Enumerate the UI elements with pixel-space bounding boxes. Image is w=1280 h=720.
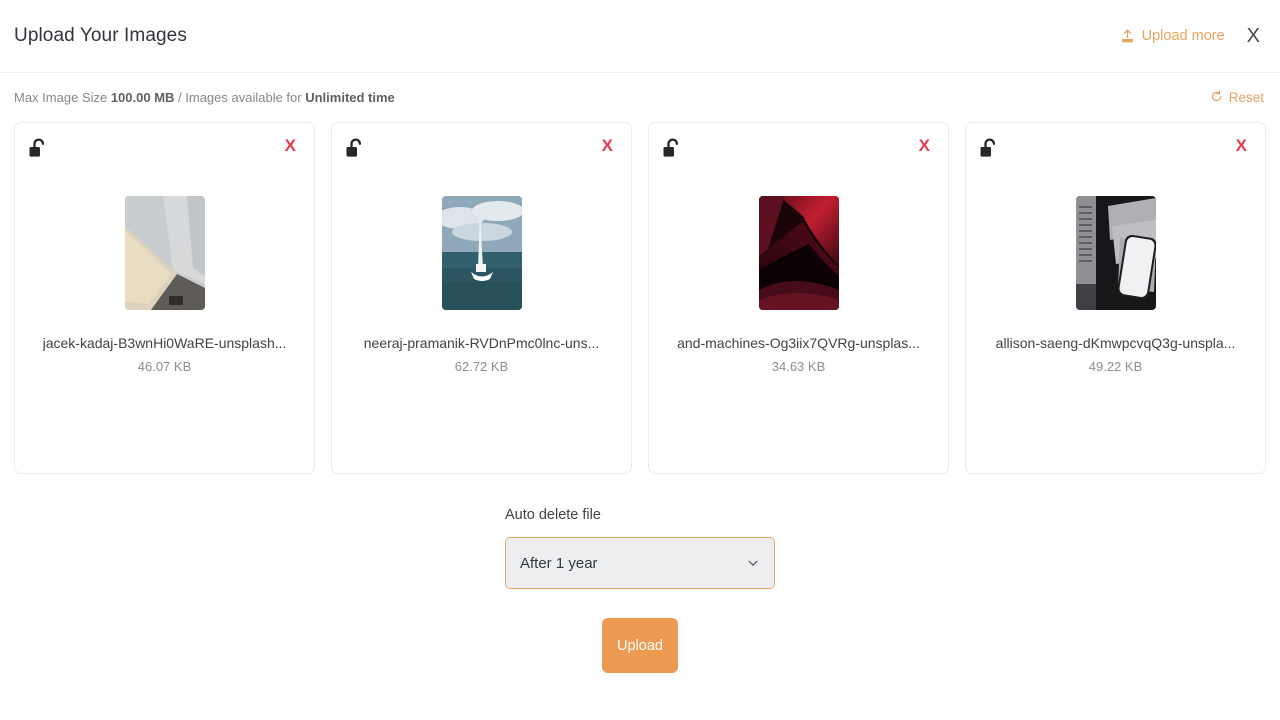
image-card[interactable]: X jacek-kadaj-B3wnHi0WaRE-unsplash... 46…: [14, 122, 315, 474]
file-size: 34.63 KB: [771, 359, 826, 374]
upload-button[interactable]: Upload: [602, 618, 678, 673]
image-card[interactable]: X: [965, 122, 1266, 474]
file-size: 46.07 KB: [137, 359, 192, 374]
upload-icon: [1120, 29, 1135, 44]
size-info-text: Max Image Size 100.00 MB / Images availa…: [14, 90, 395, 105]
upload-more-button[interactable]: Upload more: [1120, 28, 1225, 44]
image-thumbnail: [124, 196, 205, 310]
remove-image-button[interactable]: X: [915, 135, 934, 156]
file-name: and-machines-Og3iix7QVRg-unsplas...: [677, 335, 920, 351]
image-thumbnail: [1075, 196, 1156, 310]
image-card[interactable]: X neeraj-pramanik-RVDnPmc0lnc-uns... 62.…: [331, 122, 632, 474]
file-name: jacek-kadaj-B3wnHi0WaRE-unsplash...: [42, 335, 287, 351]
header-actions: Upload more X: [1120, 24, 1264, 48]
image-thumbnail: [758, 196, 839, 310]
unlock-icon[interactable]: [662, 137, 684, 166]
auto-delete-selected-value: After 1 year: [520, 554, 598, 572]
page-header: Upload Your Images Upload more X: [0, 0, 1280, 73]
info-bar: Max Image Size 100.00 MB / Images availa…: [0, 73, 1280, 122]
file-name: neeraj-pramanik-RVDnPmc0lnc-uns...: [363, 335, 600, 351]
size-info-prefix: Max Image Size: [14, 90, 111, 105]
reset-button[interactable]: Reset: [1210, 89, 1264, 106]
remove-image-button[interactable]: X: [598, 135, 617, 156]
chevron-down-icon: [746, 556, 760, 570]
auto-delete-label: Auto delete file: [505, 507, 601, 523]
reset-label: Reset: [1228, 90, 1264, 105]
auto-delete-select[interactable]: After 1 year: [505, 537, 775, 589]
availability-value: Unlimited time: [305, 90, 395, 105]
unlock-icon[interactable]: [28, 137, 50, 166]
size-info-middle: / Images available for: [174, 90, 306, 105]
remove-image-button[interactable]: X: [1232, 135, 1251, 156]
page-title: Upload Your Images: [14, 25, 187, 46]
unlock-icon[interactable]: [345, 137, 367, 166]
auto-delete-select-wrapper: After 1 year: [505, 537, 775, 589]
file-name: allison-saeng-dKmwpcvqQ3g-unspla...: [995, 335, 1236, 351]
image-card-list: X jacek-kadaj-B3wnHi0WaRE-unsplash... 46…: [0, 122, 1280, 474]
image-thumbnail: [441, 196, 522, 310]
close-icon[interactable]: X: [1243, 24, 1264, 48]
file-size: 49.22 KB: [1088, 359, 1143, 374]
max-size-value: 100.00 MB: [110, 90, 175, 105]
upload-form: Auto delete file After 1 year Upload: [0, 507, 1280, 673]
refresh-icon: [1210, 89, 1223, 106]
image-card[interactable]: X: [648, 122, 949, 474]
unlock-icon[interactable]: [979, 137, 1001, 166]
remove-image-button[interactable]: X: [281, 135, 300, 156]
upload-more-label: Upload more: [1141, 28, 1225, 44]
file-size: 62.72 KB: [454, 359, 509, 374]
